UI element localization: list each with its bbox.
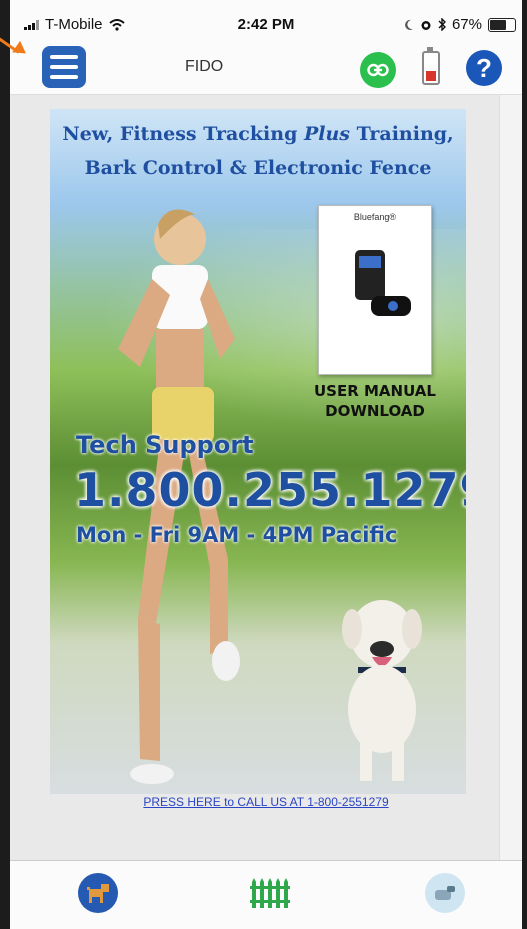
alarm-icon <box>421 20 431 30</box>
banner-headline: New, Fitness Tracking Plus Training, Bar… <box>50 117 466 185</box>
bluetooth-icon <box>438 18 446 31</box>
moon-icon <box>405 19 413 30</box>
fence-icon <box>250 878 290 908</box>
tab-collar[interactable] <box>425 873 465 913</box>
tech-support-label: Tech Support <box>76 431 254 459</box>
nav-bar: FIDO ? <box>10 40 522 95</box>
link-icon[interactable] <box>360 52 396 88</box>
help-button[interactable]: ? <box>466 50 502 86</box>
tab-bar <box>10 860 522 929</box>
hamburger-menu-icon[interactable] <box>42 46 86 88</box>
banner-headline-line2: Bark Control & Electronic Fence <box>84 157 432 179</box>
tab-fence[interactable] <box>250 873 290 913</box>
status-bar: T-Mobile 2:42 PM 67% <box>10 0 522 40</box>
dog-image <box>342 600 422 781</box>
tab-dog[interactable] <box>78 873 118 913</box>
scroll-strip <box>499 95 522 860</box>
collar-battery-icon[interactable] <box>422 47 440 85</box>
nav-title: FIDO <box>185 58 224 75</box>
user-manual-download[interactable]: USER MANUAL DOWNLOAD <box>300 381 450 421</box>
dog-icon <box>87 884 109 903</box>
support-phone-number: 1.800.255.1279 <box>74 463 466 517</box>
promo-banner[interactable]: New, Fitness Tracking Plus Training, Bar… <box>50 109 466 794</box>
battery-icon <box>488 17 516 32</box>
main-content: New, Fitness Tracking Plus Training, Bar… <box>10 95 522 860</box>
battery-percent: 67% <box>451 16 482 33</box>
call-us-link[interactable]: PRESS HERE to CALL US AT 1-800-2551279 <box>10 795 522 809</box>
phone-screen: T-Mobile 2:42 PM 67% FIDO ? New, Fitness… <box>10 0 522 929</box>
manual-cover-title: Bluefang® <box>353 212 397 222</box>
support-hours: Mon - Fri 9AM - 4PM Pacific <box>76 523 398 547</box>
collar-remote-image <box>355 250 411 316</box>
user-manual-cover[interactable]: Bluefang® <box>318 205 432 375</box>
collar-icon <box>435 886 455 900</box>
